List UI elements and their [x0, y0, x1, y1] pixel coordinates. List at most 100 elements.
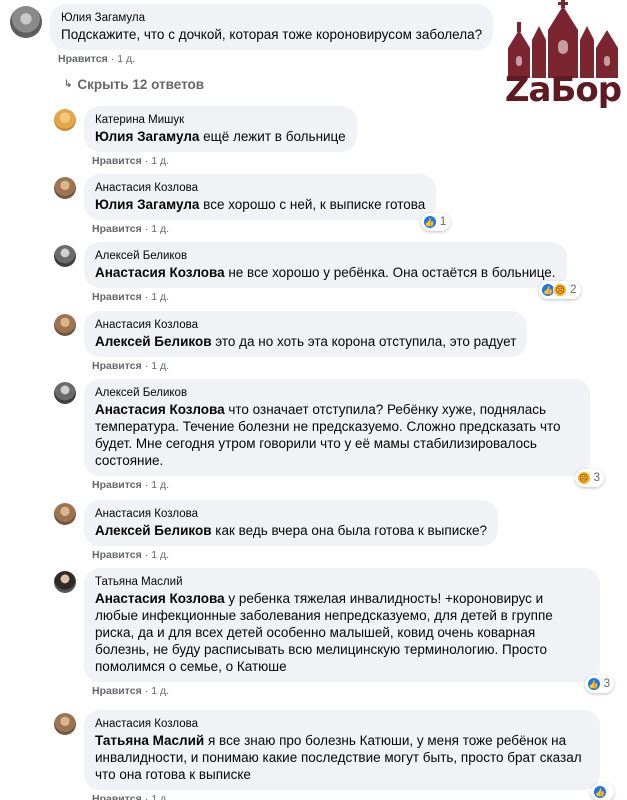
comment-body: ещё лежит в больнице	[199, 129, 346, 144]
comment-text: Анастасия Козлова не все хорошо у ребёнк…	[95, 264, 556, 281]
comment-mention[interactable]: Юлия Загамула	[95, 197, 199, 212]
comment-text: Анастасия Козлова у ребенка тяжелая инва…	[95, 590, 589, 675]
comment-bubble: Татьяна Маслий Анастасия Козлова у ребен…	[84, 568, 614, 693]
comment-actions: Нравится · 1 д.	[50, 53, 493, 66]
avatar[interactable]	[54, 571, 76, 593]
like-button[interactable]: Нравится	[92, 291, 142, 303]
reaction-summary[interactable]: 👍 1	[420, 213, 451, 231]
like-button[interactable]: Нравится	[92, 479, 142, 491]
comment-time[interactable]: 1 д.	[151, 793, 169, 800]
separator-dot: ·	[144, 685, 149, 697]
sad-icon: ☹	[576, 471, 591, 485]
comment-mention[interactable]: Анастасия Козлова	[95, 591, 225, 606]
comment-body: все хорошо с ней, к выписке готова	[199, 197, 426, 212]
like-button[interactable]: Нравится	[58, 53, 108, 65]
comment-time[interactable]: 1 д.	[151, 223, 169, 235]
comment-body: Подскажите, что с дочкой, которая тоже к…	[61, 27, 483, 42]
reaction-count: 3	[603, 678, 610, 690]
comment-body: не все хорошо у ребёнка. Она остаётся в …	[224, 265, 556, 280]
comment-actions: Нравится · 1 д.	[84, 360, 527, 373]
reaction-count: 3	[593, 472, 600, 484]
comment-author[interactable]: Анастасия Козлова	[95, 507, 487, 522]
comment-mention[interactable]: Анастасия Козлова	[95, 265, 225, 280]
comment-actions: Нравится · 1 д.	[84, 291, 567, 304]
sad-icon: ☹	[553, 283, 568, 297]
comment-mention[interactable]: Алексей Беликов	[95, 523, 212, 538]
reply-arrow-icon: ↳	[64, 79, 73, 90]
reaction-summary[interactable]: 👍 3	[584, 675, 614, 693]
like-button[interactable]: Нравится	[92, 155, 142, 167]
comment-1: Катерина Мишук Юлия Загамула ещё лежит в…	[54, 106, 357, 168]
separator-dot: ·	[144, 793, 149, 800]
avatar[interactable]	[54, 713, 76, 735]
like-button[interactable]: Нравится	[92, 685, 142, 697]
comment-7: Татьяна Маслий Анастасия Козлова у ребен…	[54, 568, 614, 698]
comment-author[interactable]: Юлия Загамула	[61, 11, 482, 26]
comment-5: Алексей Беликов Анастасия Козлова что оз…	[54, 379, 604, 492]
comment-mention[interactable]: Юлия Загамула	[95, 129, 199, 144]
comment-bubble: Юлия Загамула Подскажите, что с дочкой, …	[50, 4, 494, 50]
comment-time[interactable]: 1 д.	[151, 360, 169, 372]
comment-mention[interactable]: Анастасия Козлова	[95, 402, 225, 417]
comment-bubble: Катерина Мишук Юлия Загамула ещё лежит в…	[84, 106, 357, 152]
comment-0: Юлия Загамула Подскажите, что с дочкой, …	[10, 4, 494, 66]
comment-author[interactable]: Катерина Мишук	[95, 113, 346, 128]
hide-replies-label: Скрыть 12 ответов	[77, 77, 205, 92]
comment-time[interactable]: 1 д.	[117, 53, 135, 65]
comment-time[interactable]: 1 д.	[151, 549, 169, 561]
comment-3: Алексей Беликов Анастасия Козлова не все…	[54, 242, 581, 304]
comment-actions: Нравится · 1 д.	[84, 155, 357, 168]
comment-author[interactable]: Анастасия Козлова	[95, 717, 589, 732]
comment-mention[interactable]: Алексей Беликов	[95, 334, 212, 349]
comment-text: Юлия Загамула все хорошо с ней, к выписк…	[95, 196, 425, 213]
comment-bubble: Анастасия Козлова Юлия Загамула все хоро…	[84, 174, 451, 231]
avatar[interactable]	[10, 6, 42, 38]
avatar[interactable]	[54, 177, 76, 199]
avatar[interactable]	[54, 382, 76, 404]
avatar[interactable]	[54, 314, 76, 336]
separator-dot: ·	[144, 549, 149, 561]
comment-text: Алексей Беликов это да но хоть эта корон…	[95, 333, 516, 350]
like-icon: 👍	[586, 677, 601, 691]
like-button[interactable]: Нравится	[92, 360, 142, 372]
comment-text: Татьяна Маслий я все знаю про болезнь Ка…	[95, 732, 589, 783]
comment-body: это да но хоть эта корона отступила, это…	[211, 334, 517, 349]
comment-time[interactable]: 1 д.	[151, 479, 169, 491]
comment-text: Анастасия Козлова что означает отступила…	[95, 401, 579, 469]
zabor-logo: ZaБop	[500, 0, 627, 120]
comment-author[interactable]: Татьяна Маслий	[95, 575, 589, 590]
reaction-summary[interactable]: 👍	[591, 783, 614, 800]
like-button[interactable]: Нравится	[92, 223, 142, 235]
comment-body: как ведь вчера она была готова к выписке…	[211, 523, 488, 538]
comment-author[interactable]: Алексей Беликов	[95, 386, 579, 401]
comment-actions: Нравится · 1 д.	[84, 479, 590, 492]
comment-actions: Нравится · 1 д.	[84, 793, 600, 800]
like-icon: 👍	[422, 215, 437, 229]
comment-text: Алексей Беликов как ведь вчера она была …	[95, 522, 487, 539]
separator-dot: ·	[144, 223, 149, 235]
comment-bubble: Алексей Беликов Анастасия Козлова не все…	[84, 242, 581, 299]
comment-mention[interactable]: Татьяна Маслий	[95, 733, 204, 748]
reaction-summary[interactable]: 👍 ☹ 2	[539, 281, 581, 299]
comment-author[interactable]: Анастасия Козлова	[95, 181, 425, 196]
avatar[interactable]	[54, 245, 76, 267]
avatar[interactable]	[54, 109, 76, 131]
comment-bubble: Анастасия Козлова Татьяна Маслий я все з…	[84, 710, 614, 800]
separator-dot: ·	[144, 155, 149, 167]
comment-time[interactable]: 1 д.	[151, 155, 169, 167]
like-button[interactable]: Нравится	[92, 549, 142, 561]
comment-text: Подскажите, что с дочкой, которая тоже к…	[61, 26, 482, 43]
reaction-summary[interactable]: ☹ 3	[574, 469, 604, 487]
comment-actions: Нравится · 1 д.	[84, 223, 436, 236]
hide-replies-button[interactable]: ↳ Скрыть 12 ответов	[64, 77, 204, 92]
separator-dot: ·	[144, 479, 149, 491]
comment-time[interactable]: 1 д.	[151, 291, 169, 303]
comment-time[interactable]: 1 д.	[151, 685, 169, 697]
comment-author[interactable]: Анастасия Козлова	[95, 318, 516, 333]
comment-author[interactable]: Алексей Беликов	[95, 249, 556, 264]
comment-actions: Нравится · 1 д.	[84, 685, 600, 698]
comment-bubble: Анастасия Козлова Алексей Беликов как ве…	[84, 500, 499, 546]
like-button[interactable]: Нравится	[92, 793, 142, 800]
comment-actions: Нравится · 1 д.	[84, 549, 498, 562]
avatar[interactable]	[54, 503, 76, 525]
